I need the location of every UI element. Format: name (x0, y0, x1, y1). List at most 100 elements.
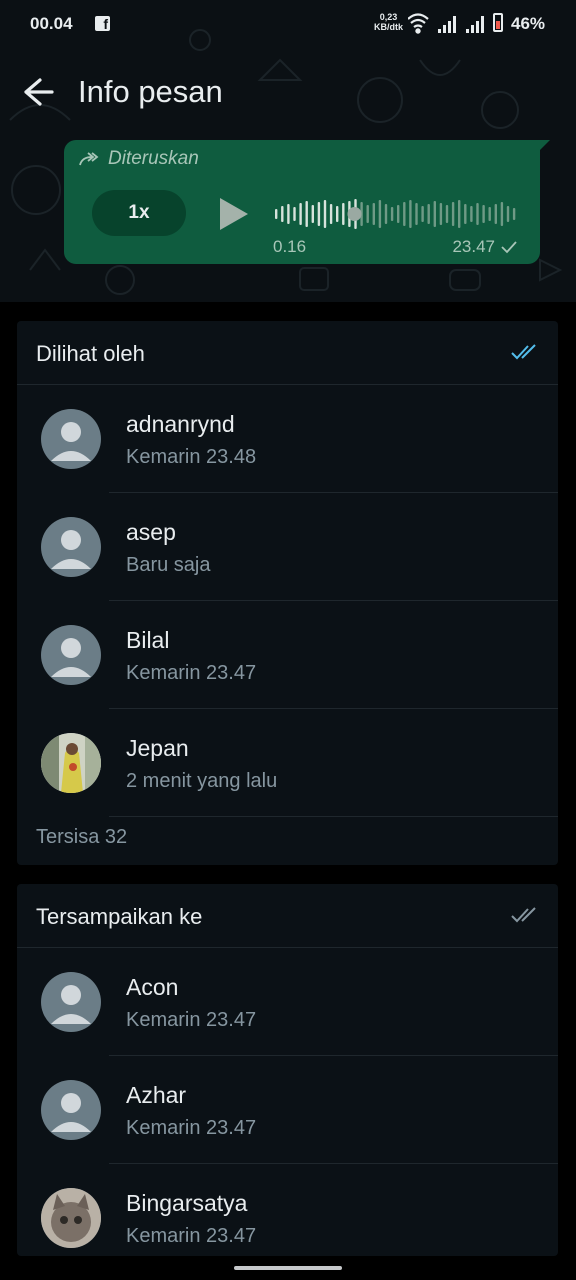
network-speed-unit: KB/dtk (374, 22, 403, 32)
waveform-bar (464, 204, 467, 224)
status-bar: 00.04 f 0,23 KB/dtk 46% (0, 0, 576, 50)
contact-name: Acon (126, 974, 179, 1000)
contact-row[interactable]: Bingarsatya Kemarin 23.47 (17, 1164, 558, 1256)
contact-row[interactable]: asep Baru saja (17, 493, 558, 601)
avatar-placeholder-icon (41, 972, 101, 1032)
waveform-bar (281, 206, 284, 222)
battery-level: 46% (511, 14, 546, 33)
waveform-bar (494, 204, 497, 224)
cell-signal-1-icon (438, 16, 456, 33)
waveform-bar (451, 202, 455, 226)
voice-message-bubble[interactable]: Diteruskan 1x 0.16 23.47 (64, 140, 540, 264)
waveform-bar (336, 206, 339, 222)
delivered-to-title: Tersampaikan ke (36, 904, 203, 929)
seen-by-title: Dilihat oleh (36, 341, 145, 366)
waveform-bar (378, 200, 382, 228)
waveform-bar (372, 203, 375, 225)
gesture-nav-bar[interactable] (234, 1266, 342, 1270)
seen-by-header: Dilihat oleh (17, 321, 558, 385)
cell-signal-2-icon (466, 16, 484, 33)
contact-row[interactable]: Jepan 2 menit yang lalu (17, 709, 558, 817)
seen-by-section: Dilihat oleh adnanrynd Kemarin 23.48 ase… (17, 321, 558, 865)
avatar-photo (41, 1188, 101, 1248)
waveform-bar (390, 207, 394, 221)
waveform-bar (384, 204, 388, 224)
status-time: 00.04 (30, 14, 73, 33)
contact-name: Azhar (126, 1082, 187, 1108)
avatar-photo (41, 733, 101, 793)
waveform-bar (317, 202, 321, 226)
seen-time: Kemarin 23.47 (126, 662, 257, 684)
forwarded-text: Diteruskan (108, 148, 199, 169)
app-bar: Info pesan (0, 60, 576, 124)
waveform-bar (311, 205, 314, 223)
network-speed-value: 0,23 (379, 12, 398, 22)
contact-name: adnanrynd (126, 411, 235, 437)
divider (109, 816, 558, 817)
delivered-time: Kemarin 23.47 (126, 1225, 257, 1247)
avatar-placeholder-icon (41, 625, 101, 685)
seen-time: 2 menit yang lalu (126, 770, 278, 792)
facebook-icon: f (95, 16, 110, 32)
waveform-bar (488, 207, 491, 221)
message-time-text: 23.47 (452, 237, 495, 256)
waveform-bar (299, 203, 302, 225)
waveform-bar (287, 204, 290, 224)
waveform-bar (470, 206, 473, 222)
signal-icons (408, 13, 484, 34)
play-icon[interactable] (214, 196, 254, 232)
forward-icon (79, 152, 99, 166)
delivered-to-header: Tersampaikan ke (17, 884, 558, 948)
battery-icon (493, 13, 503, 32)
waveform-bar (427, 204, 430, 224)
contact-row[interactable]: Acon Kemarin 23.47 (17, 948, 558, 1056)
waveform-bar (500, 202, 504, 226)
waveform-bar (476, 203, 479, 225)
playback-scrubber (347, 207, 362, 221)
waveform-bar (323, 200, 327, 228)
waveform-bar (439, 203, 443, 225)
waveform-bar (329, 204, 333, 224)
waveform-bar (421, 206, 424, 222)
contact-row[interactable]: adnanrynd Kemarin 23.48 (17, 385, 558, 493)
audio-waveform[interactable] (274, 196, 518, 232)
waveform-bar (342, 203, 345, 225)
contact-name: Jepan (126, 735, 189, 761)
network-speed: 0,23 KB/dtk (374, 12, 403, 32)
waveform-bar (275, 209, 278, 219)
waveform-bar (415, 203, 418, 225)
waveform-bar (445, 205, 449, 223)
waveform-bar (366, 205, 369, 223)
waveform-bar (397, 205, 400, 223)
contact-name: Bilal (126, 627, 170, 653)
waveform-bar (293, 207, 296, 221)
contact-name: Bingarsatya (126, 1190, 248, 1216)
delivered-time: Kemarin 23.47 (126, 1117, 257, 1139)
chat-wallpaper: 00.04 f 0,23 KB/dtk 46% Info pesan Diter… (0, 0, 576, 302)
waveform-bar (403, 202, 406, 226)
contact-row[interactable]: Azhar Kemarin 23.47 (17, 1056, 558, 1164)
playback-speed-button[interactable]: 1x (92, 190, 186, 236)
waveform-bar (409, 200, 412, 228)
read-double-check-icon (511, 344, 536, 360)
contact-row[interactable]: Bilal Kemarin 23.47 (17, 601, 558, 709)
wifi-icon (408, 13, 429, 34)
waveform-bar (506, 206, 510, 222)
contact-name: asep (126, 519, 176, 545)
waveform-bar (482, 205, 485, 223)
back-arrow-icon[interactable] (18, 74, 58, 110)
avatar-placeholder-icon (41, 1080, 101, 1140)
remaining-count[interactable]: Tersisa 32 (36, 826, 127, 849)
waveform-bar (433, 201, 436, 227)
waveform-bar (458, 200, 461, 228)
delivered-double-check-icon (511, 907, 536, 923)
avatar-placeholder-icon (41, 409, 101, 469)
waveform-bar (512, 208, 516, 220)
audio-elapsed-time: 0.16 (273, 237, 307, 256)
avatar-placeholder-icon (41, 517, 101, 577)
waveform-bar (305, 201, 308, 227)
message-time: 23.47 (452, 237, 518, 257)
seen-time: Kemarin 23.48 (126, 446, 257, 468)
page-title: Info pesan (78, 74, 223, 109)
delivered-to-section: Tersampaikan ke Acon Kemarin 23.47 Azhar… (17, 884, 558, 1256)
